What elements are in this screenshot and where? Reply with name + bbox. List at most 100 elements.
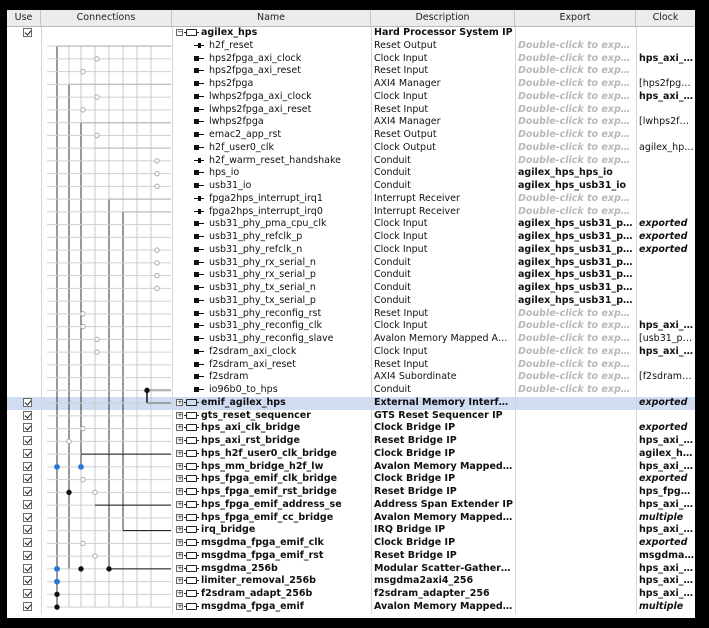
clock-cell[interactable]	[639, 129, 694, 142]
clock-cell[interactable]	[639, 308, 694, 321]
name-cell[interactable]: + gts_reset_sequencer	[176, 410, 369, 423]
use-checkbox[interactable]	[23, 550, 32, 560]
clock-cell[interactable]: exported	[639, 218, 694, 231]
use-checkbox[interactable]	[23, 436, 32, 445]
name-cell[interactable]: usb31_phy_pma_cpu_clk	[194, 218, 369, 231]
clock-cell[interactable]: agilex_hps_...	[639, 142, 694, 155]
clock-cell[interactable]: exported	[639, 231, 694, 244]
name-cell[interactable]: + hps_fpga_emif_rst_bridge	[176, 486, 369, 499]
name-cell[interactable]: + hps_fpga_emif_address_se	[176, 499, 369, 512]
export-cell[interactable]	[518, 537, 634, 550]
export-cell[interactable]: Double-click to export	[518, 40, 634, 53]
name-cell[interactable]: f2sdram_axi_reset	[194, 359, 369, 372]
clock-cell[interactable]: [lwhps2fpg...	[639, 116, 694, 129]
expand-icon[interactable]: +	[176, 551, 183, 559]
clock-cell[interactable]	[639, 384, 694, 397]
name-cell[interactable]: hps_io	[194, 167, 369, 180]
use-checkbox[interactable]	[23, 397, 32, 407]
name-cell[interactable]: lwhps2fpga_axi_reset	[194, 104, 369, 117]
name-cell[interactable]: fpga2hps_interrupt_irq1	[194, 193, 369, 206]
expand-icon[interactable]: +	[176, 590, 183, 597]
clock-cell[interactable]	[639, 295, 694, 308]
expand-icon[interactable]: +	[176, 513, 183, 521]
clock-cell[interactable]: multiple	[639, 512, 694, 525]
export-cell[interactable]	[518, 550, 634, 563]
use-checkbox[interactable]	[23, 576, 32, 586]
clock-cell[interactable]: hps_axi_cl...	[639, 320, 694, 333]
name-cell[interactable]: + emif_agilex_hps	[176, 397, 369, 410]
collapse-icon[interactable]: −	[176, 29, 183, 36]
export-cell[interactable]: agilex_hps_usb31_phy_p...	[518, 218, 634, 231]
clock-cell[interactable]: hps_axi_cl...	[639, 588, 694, 601]
export-cell[interactable]	[518, 397, 634, 410]
expand-icon[interactable]: +	[176, 500, 183, 508]
name-cell[interactable]: usb31_phy_refclk_n	[194, 244, 369, 257]
clock-cell[interactable]: hps_axi_cl...	[639, 499, 694, 512]
clock-cell[interactable]	[639, 27, 694, 40]
export-cell[interactable]: agilex_hps_usb31_phy_r...	[518, 231, 634, 244]
expand-icon[interactable]: +	[176, 539, 183, 546]
clock-cell[interactable]	[639, 206, 694, 219]
export-cell[interactable]	[518, 563, 634, 576]
clock-cell[interactable]: hps_axi_cl...	[639, 524, 694, 537]
clock-cell[interactable]	[639, 269, 694, 282]
name-cell[interactable]: + hps_axi_clk_bridge	[176, 422, 369, 435]
clock-cell[interactable]	[639, 40, 694, 53]
name-cell[interactable]: io96b0_to_hps	[194, 384, 369, 397]
use-checkbox[interactable]	[23, 538, 32, 547]
clock-cell[interactable]: hps_axi_cl...	[639, 53, 694, 66]
export-cell[interactable]: agilex_hps_usb31_io	[518, 180, 634, 193]
clock-cell[interactable]: exported	[639, 422, 694, 435]
expand-icon[interactable]: +	[176, 411, 183, 419]
use-checkbox[interactable]	[23, 499, 32, 509]
name-cell[interactable]: usb31_io	[194, 180, 369, 193]
export-cell[interactable]: Double-click to export	[518, 91, 634, 104]
use-checkbox[interactable]	[23, 601, 32, 611]
export-cell[interactable]	[518, 448, 634, 461]
expand-icon[interactable]: +	[176, 424, 183, 432]
export-cell[interactable]: Double-click to export	[518, 346, 634, 359]
expand-icon[interactable]: +	[176, 449, 183, 457]
export-cell[interactable]: Double-click to export	[518, 333, 634, 346]
clock-cell[interactable]: [usb31_phy...	[639, 333, 694, 346]
header-name[interactable]: Name	[172, 10, 371, 26]
header-use[interactable]: Use	[7, 10, 41, 26]
export-cell[interactable]: agilex_hps_usb31_phy_r...	[518, 244, 634, 257]
expand-icon[interactable]: +	[176, 564, 183, 572]
use-checkbox[interactable]	[23, 410, 32, 420]
name-cell[interactable]: + hps_fpga_emif_cc_bridge	[176, 512, 369, 525]
name-cell[interactable]: + msgdma_fpga_emif	[176, 601, 369, 614]
clock-cell[interactable]: hps_fpga_...	[639, 486, 694, 499]
use-checkbox[interactable]	[23, 512, 32, 522]
export-cell[interactable]	[518, 461, 634, 474]
export-cell[interactable]	[518, 473, 634, 486]
use-checkbox[interactable]	[23, 28, 32, 37]
name-cell[interactable]: usb31_phy_reconfig_clk	[194, 320, 369, 333]
name-cell[interactable]: usb31_phy_reconfig_slave	[194, 333, 369, 346]
name-cell[interactable]: + msgdma_fpga_emif_rst	[176, 550, 369, 563]
use-checkbox[interactable]	[23, 589, 32, 598]
name-cell[interactable]: usb31_phy_refclk_p	[194, 231, 369, 244]
clock-cell[interactable]: hps_axi_cl...	[639, 346, 694, 359]
clock-cell[interactable]: multiple	[639, 601, 694, 614]
clock-cell[interactable]	[639, 282, 694, 295]
export-cell[interactable]	[518, 27, 634, 40]
export-cell[interactable]: agilex_hps_hps_io	[518, 167, 634, 180]
clock-cell[interactable]	[639, 193, 694, 206]
export-cell[interactable]	[518, 575, 634, 588]
expand-icon[interactable]: +	[176, 437, 183, 444]
export-cell[interactable]	[518, 410, 634, 423]
export-cell[interactable]: Double-click to export	[518, 65, 634, 78]
clock-cell[interactable]	[639, 167, 694, 180]
name-cell[interactable]: + hps_mm_bridge_h2f_lw	[176, 461, 369, 474]
name-cell[interactable]: usb31_phy_rx_serial_n	[194, 257, 369, 270]
export-cell[interactable]: Double-click to export	[518, 78, 634, 91]
export-cell[interactable]: Double-click to export	[518, 142, 634, 155]
expand-icon[interactable]: +	[176, 475, 183, 483]
export-cell[interactable]	[518, 499, 634, 512]
export-cell[interactable]	[518, 435, 634, 448]
header-export[interactable]: Export	[515, 10, 636, 26]
export-cell[interactable]: Double-click to export	[518, 53, 634, 66]
clock-cell[interactable]: msgdma_f...	[639, 550, 694, 563]
clock-cell[interactable]	[639, 180, 694, 193]
